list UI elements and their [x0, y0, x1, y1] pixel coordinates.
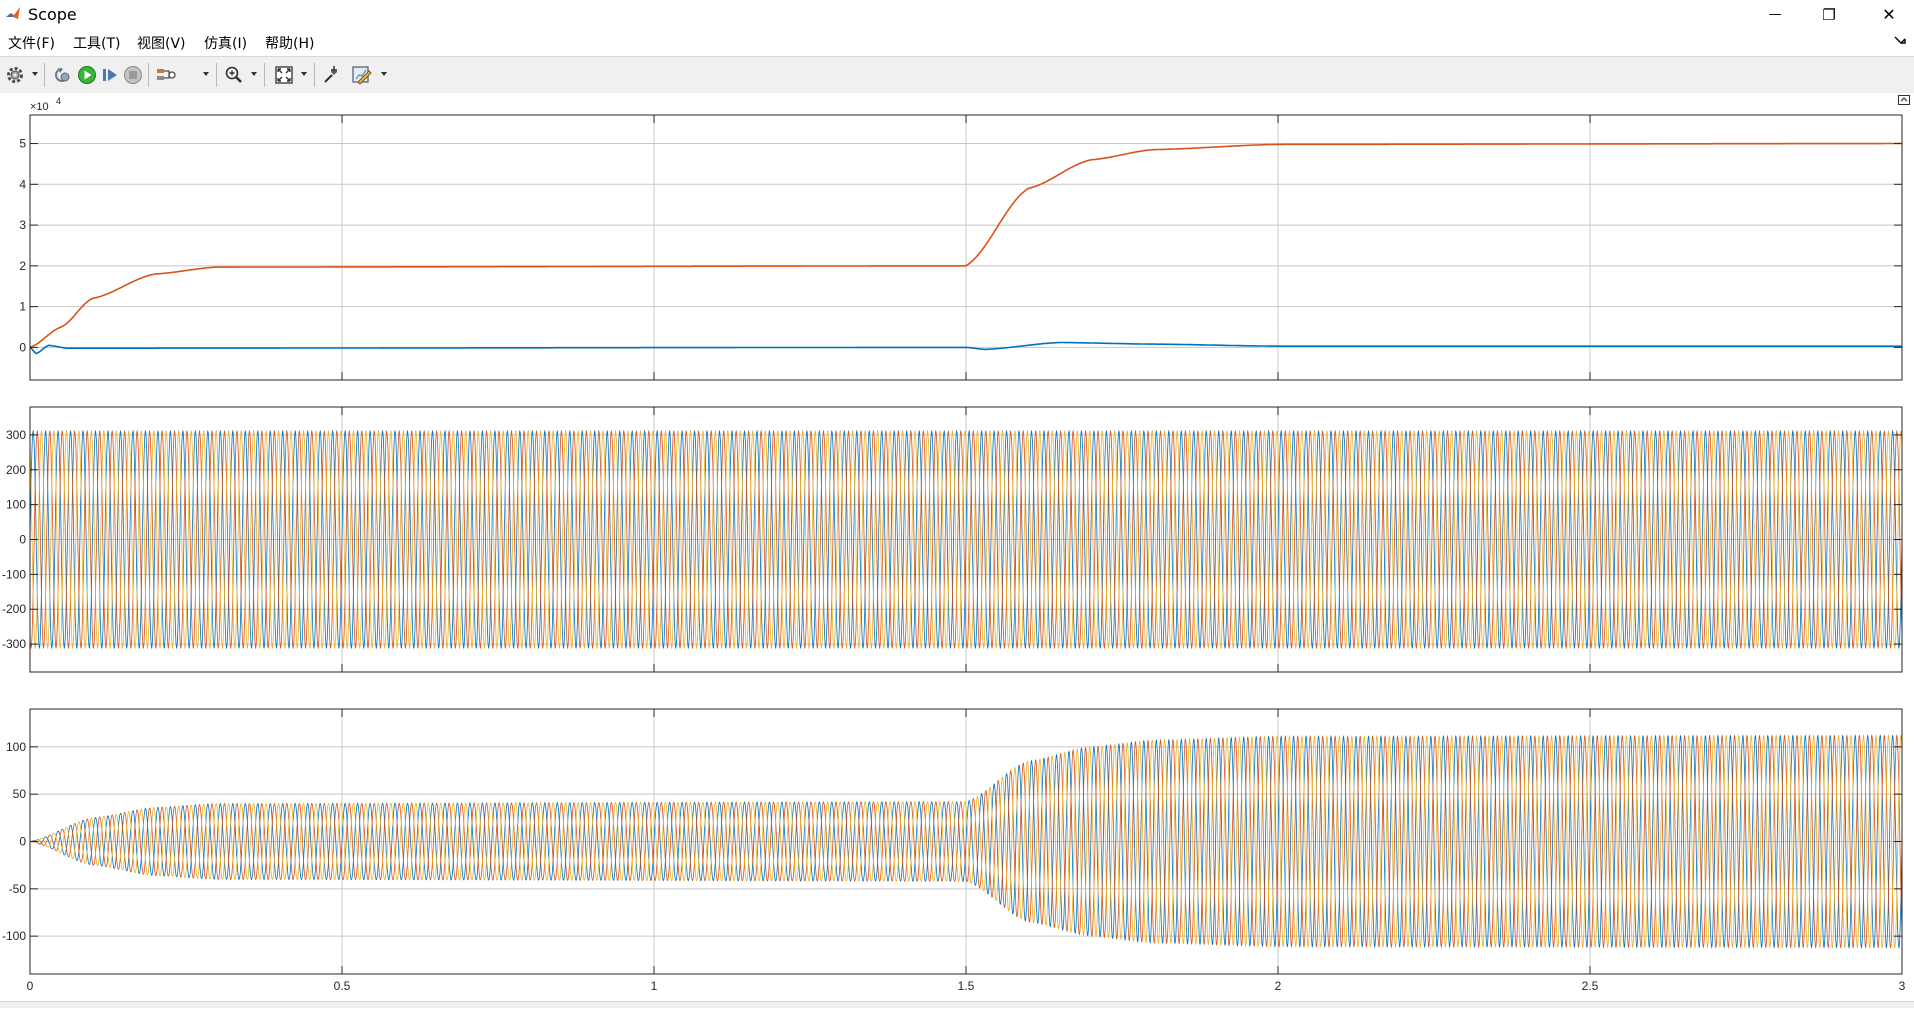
edit-style-dropdown-icon[interactable] [380, 69, 388, 79]
menu-help[interactable]: 帮助(H) [265, 33, 314, 53]
collapse-toolstrip-icon[interactable] [1894, 34, 1906, 46]
exponent-power: 4 [56, 96, 61, 106]
y-tick-label: 1 [19, 300, 26, 314]
zoom-dropdown-icon[interactable] [250, 69, 258, 79]
window-title: Scope [28, 5, 77, 24]
x-tick-label: 1.5 [958, 979, 975, 993]
menu-bar: 文件(F) 工具(T) 视图(V) 仿真(I) 帮助(H) [0, 30, 1914, 54]
scope-display: 0 1 2 3 4 5 ×10 4 -300 -200 -100 0 100 200 300 -100 -50 0… [0, 93, 1914, 1007]
x-tick-label: 2.5 [1582, 979, 1599, 993]
x-tick-label: 0 [27, 979, 34, 993]
menu-simulation[interactable]: 仿真(I) [204, 33, 247, 53]
autoscale-icon [275, 66, 293, 84]
matlab-icon [4, 5, 22, 23]
signal-selector-icon [157, 69, 176, 80]
minimize-icon: — [1768, 7, 1782, 22]
y-tick-label: 5 [19, 137, 26, 151]
y-tick-label: -100 [2, 567, 26, 581]
toolbar-separator [216, 63, 217, 87]
y-tick-label: 3 [19, 218, 26, 232]
y-tick-label: 100 [6, 740, 26, 754]
run-button[interactable] [75, 63, 99, 87]
exponent-label: ×10 [30, 101, 49, 113]
settings-dropdown-icon[interactable] [31, 69, 39, 79]
y-tick-label: 200 [6, 463, 26, 477]
edit-style-button[interactable] [350, 63, 374, 87]
step-back-icon [55, 68, 70, 82]
toolbar-separator [264, 63, 265, 87]
signal-selector-dropdown-icon[interactable] [202, 69, 210, 79]
step-forward-button[interactable] [98, 63, 122, 87]
stop-icon [124, 66, 142, 84]
y-tick-label: 0 [19, 340, 26, 354]
toolbar [0, 56, 1914, 94]
y-tick-label: -50 [9, 882, 27, 896]
zoom-icon [225, 66, 242, 83]
run-icon [78, 66, 96, 84]
signal-selector-button[interactable] [154, 63, 178, 87]
y-tick-label: 0 [19, 533, 26, 547]
toolbar-separator [44, 63, 45, 87]
y-tick-label: 0 [19, 835, 26, 849]
menu-tools[interactable]: 工具(T) [73, 33, 120, 53]
stop-button[interactable] [121, 63, 145, 87]
y-tick-label: -200 [2, 602, 26, 616]
x-tick-label: 2 [1275, 979, 1282, 993]
y-tick-label: -100 [2, 929, 26, 943]
close-button[interactable]: ✕ [1866, 0, 1912, 29]
x-tick-label: 3 [1899, 979, 1906, 993]
y-tick-label: -300 [2, 637, 26, 651]
tools-icon [324, 66, 337, 83]
restore-icon: ❐ [1822, 5, 1836, 24]
menu-view[interactable]: 视图(V) [137, 33, 186, 53]
y-tick-label: 300 [6, 428, 26, 442]
menu-file[interactable]: 文件(F) [8, 33, 55, 53]
step-back-button[interactable] [51, 63, 75, 87]
undock-icon[interactable] [1898, 95, 1910, 105]
toolbar-separator [314, 63, 315, 87]
y-tick-label: 50 [13, 787, 27, 801]
autoscale-button[interactable] [272, 63, 296, 87]
step-forward-icon [103, 69, 117, 81]
scope-plots: 012345×10 4-300-200-1000100200300-100-500… [2, 96, 1906, 993]
toolbar-separator [148, 63, 149, 87]
x-tick-label: 1 [651, 979, 658, 993]
tools-button[interactable] [320, 63, 344, 87]
edit-style-icon [352, 66, 372, 85]
y-tick-label: 4 [19, 177, 26, 191]
y-tick-label: 100 [6, 498, 26, 512]
gear-icon [7, 67, 23, 83]
zoom-button[interactable] [222, 63, 246, 87]
settings-button[interactable] [3, 63, 27, 87]
close-icon: ✕ [1882, 5, 1896, 24]
y-tick-label: 2 [19, 259, 26, 273]
autoscale-dropdown-icon[interactable] [300, 69, 308, 79]
minimize-button[interactable]: — [1752, 0, 1798, 29]
restore-button[interactable]: ❐ [1806, 0, 1852, 29]
x-tick-label: 0.5 [334, 979, 351, 993]
title-bar: Scope — ❐ ✕ [0, 0, 1914, 29]
